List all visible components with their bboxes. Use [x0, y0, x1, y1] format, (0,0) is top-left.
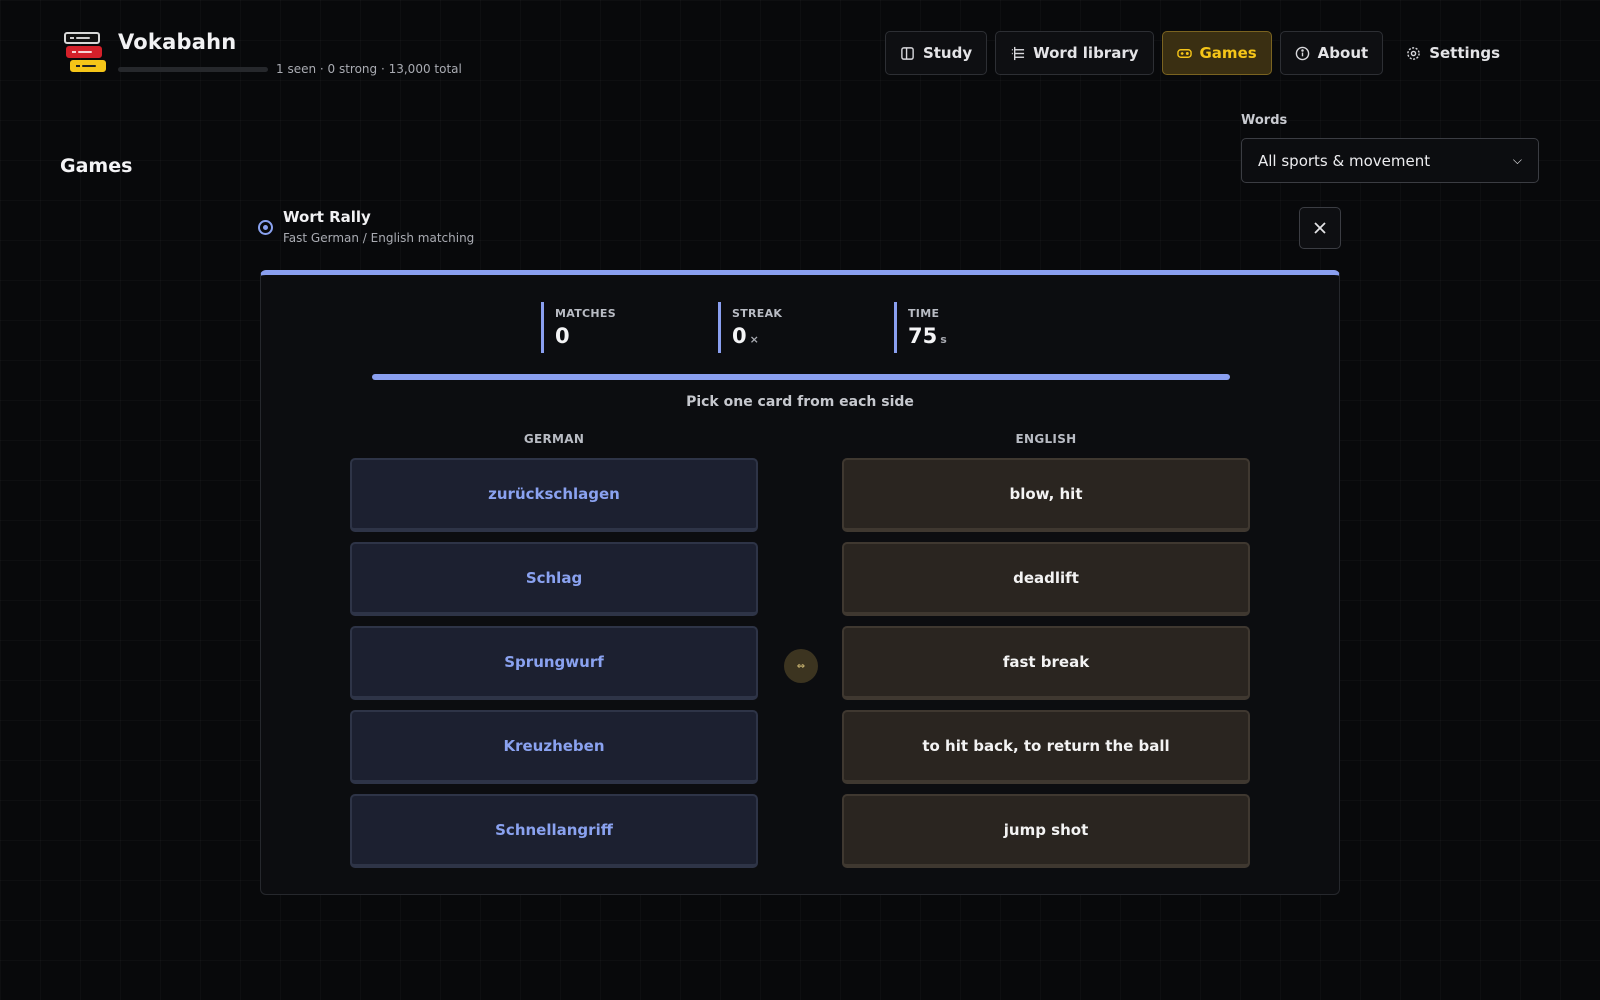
nav-study-label: Study [922, 44, 973, 62]
page-title: Games [60, 155, 133, 177]
brand: Vokabahn 1 seen · 0 strong · 13,000 tota… [60, 30, 462, 76]
german-card[interactable]: Schnellangriff [350, 794, 758, 868]
german-card[interactable]: Sprungwurf [350, 626, 758, 700]
streak-value: 0 [732, 324, 747, 348]
nav-study-button[interactable]: Study [884, 31, 988, 75]
vocab-stats: 1 seen · 0 strong · 13,000 total [276, 62, 462, 76]
english-card[interactable]: to hit back, to return the ball [842, 710, 1250, 784]
gear-icon [1407, 46, 1421, 60]
timer-progress-bar [372, 374, 1230, 380]
english-card[interactable]: deadlift [842, 542, 1250, 616]
streak-unit: × [749, 333, 759, 346]
connector-icon: ⇔ [784, 649, 818, 683]
game-description: Fast German / English matching [283, 231, 475, 245]
german-column-label: GERMAN [523, 432, 585, 446]
english-column-label: ENGLISH [1015, 432, 1077, 446]
english-card[interactable]: fast break [842, 626, 1250, 700]
nav-about-label: About [1317, 44, 1369, 62]
matches-stat: MATCHES 0 [541, 302, 616, 353]
nav-word-library-label: Word library [1033, 44, 1139, 62]
german-cards: zurückschlagen Schlag Sprungwurf Kreuzhe… [350, 458, 758, 878]
words-filter-select[interactable]: All sports & movement ⌵ [1241, 138, 1539, 183]
main-nav: Study Word library Games About Settings [884, 31, 1515, 75]
game-panel: MATCHES 0 STREAK 0 × TIME 75 s Pick one ca… [260, 270, 1340, 895]
time-label: TIME [908, 307, 940, 320]
library-list-icon [1011, 46, 1025, 60]
instruction-text: Pick one card from each side [686, 394, 914, 410]
app-logo-icon [60, 30, 106, 76]
book-icon [901, 46, 914, 60]
german-card[interactable]: Schlag [350, 542, 758, 616]
time-unit: s [940, 333, 947, 346]
radio-selected-icon[interactable] [258, 220, 273, 235]
nav-games-label: Games [1199, 44, 1257, 62]
streak-label: STREAK [732, 307, 783, 320]
nav-word-library-button[interactable]: Word library [995, 31, 1154, 75]
german-card[interactable]: zurückschlagen [350, 458, 758, 532]
info-icon [1295, 46, 1309, 60]
learning-progress-bar [118, 66, 268, 72]
game-header: Wort Rally Fast German / English matchin… [258, 208, 474, 245]
matches-value: 0 [555, 324, 570, 348]
chevron-down-icon: ⌵ [1512, 153, 1522, 167]
nav-settings-label: Settings [1429, 44, 1500, 62]
time-stat: TIME 75 s [894, 302, 947, 353]
matches-label: MATCHES [555, 307, 616, 320]
nav-about-button[interactable]: About [1279, 31, 1384, 75]
game-name: Wort Rally [283, 208, 371, 226]
words-filter-label: Words [1241, 113, 1288, 128]
streak-stat: STREAK 0 × [718, 302, 782, 353]
nav-games-button[interactable]: Games [1161, 31, 1272, 75]
close-icon [1314, 222, 1326, 234]
nav-settings-button[interactable]: Settings [1391, 31, 1515, 75]
english-card[interactable]: blow, hit [842, 458, 1250, 532]
words-filter-value: All sports & movement [1258, 151, 1431, 170]
german-card[interactable]: Kreuzheben [350, 710, 758, 784]
english-card[interactable]: jump shot [842, 794, 1250, 868]
gamepad-icon [1176, 48, 1192, 58]
english-cards: blow, hit deadlift fast break to hit bac… [842, 458, 1250, 878]
app-title: Vokabahn [118, 30, 237, 54]
close-game-button[interactable] [1299, 207, 1341, 249]
time-value: 75 [908, 324, 938, 348]
